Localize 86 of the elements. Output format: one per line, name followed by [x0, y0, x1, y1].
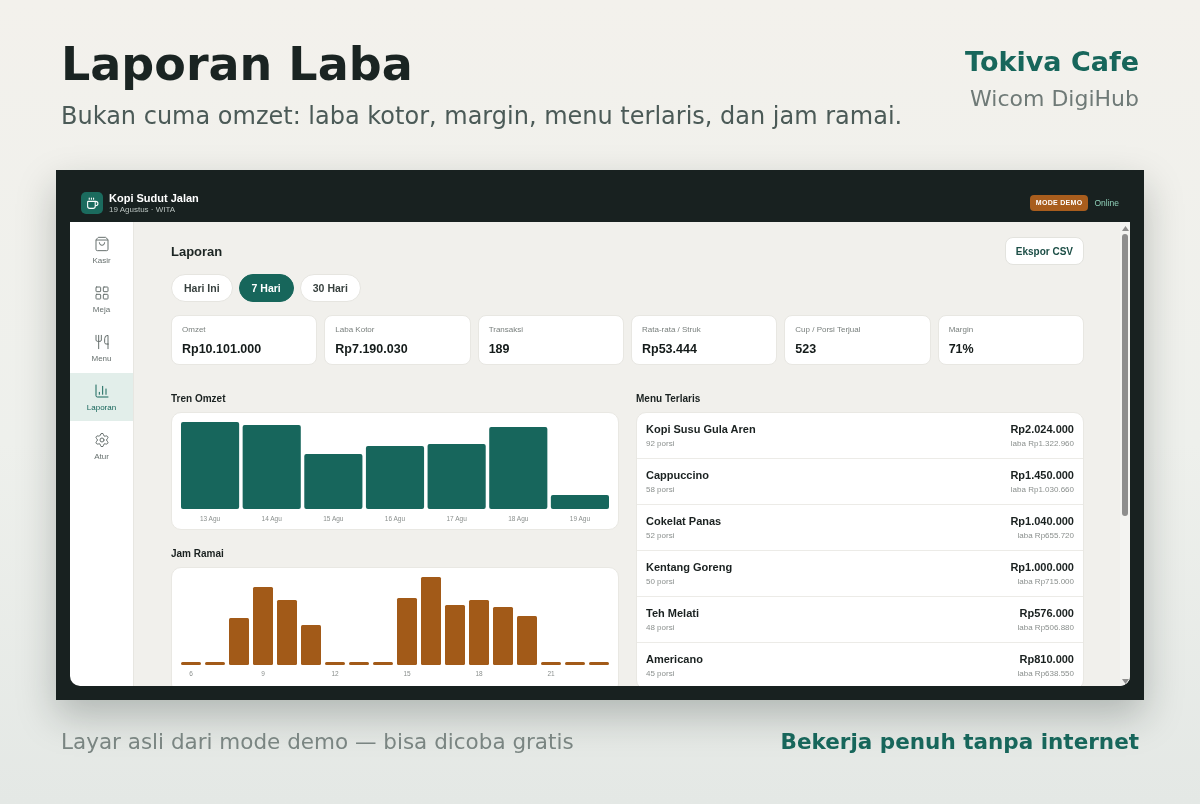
chart-bar [550, 495, 609, 509]
menu-item-name: Kentang Goreng [646, 560, 733, 574]
page-subtitle: Bukan cuma omzet: laba kotor, margin, menu terlaris, dan jam ramai. [61, 102, 903, 131]
chart-bar [445, 605, 465, 665]
scroll-up-icon[interactable] [1121, 226, 1129, 231]
chart-bar [325, 662, 345, 665]
chart-bar [565, 662, 585, 665]
stat-label: Margin [948, 325, 974, 335]
profit-amount: laba Rp1.030.660 [1010, 484, 1074, 495]
grid-icon [93, 284, 110, 301]
footer-note: Layar asli dari mode demo — bisa dicoba gratis [61, 729, 574, 755]
menu-item-name: Cappuccino [646, 468, 709, 482]
portion-count: 92 porsi [646, 438, 675, 449]
stat-value: 189 [488, 342, 510, 357]
bar-chart-icon [93, 382, 110, 399]
chart-bar [277, 600, 297, 665]
menu-item-name: Cokelat Panas [646, 514, 722, 528]
menu-item-name: Teh Melati [646, 606, 699, 620]
sidebar-item[interactable]: Atur [70, 422, 133, 470]
revenue-amount: Rp810.000 [1019, 652, 1074, 666]
menu-item-name: Kopi Susu Gula Aren [646, 422, 756, 436]
chart-title: Tren Omzet [171, 392, 227, 406]
stat-label: Laba Kotor [335, 325, 375, 335]
profit-amount: laba Rp506.880 [1017, 622, 1074, 633]
stat-label: Omzet [182, 325, 206, 335]
portion-count: 58 porsi [646, 484, 675, 495]
connection-status: Online [1094, 198, 1119, 208]
scroll-down-icon[interactable] [1121, 679, 1129, 684]
chart-bar [373, 662, 393, 665]
list-title: Menu Terlaris [636, 392, 702, 406]
bag-icon [93, 235, 110, 252]
chart-bar [229, 618, 249, 665]
portion-count: 52 porsi [646, 530, 675, 541]
chart-bar [517, 616, 537, 665]
sidebar-item[interactable]: Menu [70, 324, 133, 372]
chart-title: Jam Ramai [171, 547, 225, 561]
chart-bar [205, 662, 225, 665]
stat-value: Rp7.190.030 [335, 342, 408, 357]
portion-count: 48 porsi [646, 622, 675, 633]
stat-value: 71% [948, 342, 974, 357]
menu-item-name: Americano [646, 652, 703, 666]
period-tab[interactable]: 7 Hari [238, 274, 294, 302]
portion-count: 50 porsi [646, 576, 675, 587]
settings-icon [93, 431, 110, 448]
chart-bar [469, 600, 489, 665]
chart-bar [427, 444, 486, 509]
chart-bar [181, 662, 201, 665]
stat-value: Rp10.101.000 [182, 342, 262, 357]
period-tab[interactable]: Hari Ini [171, 274, 233, 302]
portion-count: 45 porsi [646, 668, 675, 679]
chart-bar [349, 662, 369, 665]
footer-tagline: Bekerja penuh tanpa internet [780, 729, 1139, 755]
profit-amount: laba Rp715.000 [1017, 576, 1074, 587]
chart-bar [397, 598, 417, 665]
stat-label: Transaksi [488, 325, 524, 335]
sidebar-item[interactable]: Laporan [70, 373, 133, 421]
store-info: 19 Agustus · WITA [109, 204, 177, 215]
export-button[interactable]: Ekspor CSV [1004, 237, 1084, 265]
store-name: Kopi Sudut Jalan [109, 191, 199, 205]
chart-bar [304, 454, 363, 509]
chart-bar [301, 625, 321, 665]
chart-bar [541, 662, 561, 665]
revenue-amount: Rp576.000 [1019, 606, 1074, 620]
chart-bar [589, 662, 609, 665]
section-title: Laporan [171, 243, 223, 259]
chart-bar [493, 607, 513, 665]
profit-amount: laba Rp1.322.960 [1010, 438, 1074, 449]
scrollbar-thumb[interactable] [1122, 234, 1128, 516]
profit-amount: laba Rp655.720 [1017, 530, 1074, 541]
chart-bar [365, 446, 425, 509]
brand-name: Tokiva Cafe [965, 46, 1139, 79]
stat-value: Rp53.444 [642, 342, 697, 357]
sidebar-item[interactable]: Kasir [70, 226, 133, 274]
revenue-amount: Rp2.024.000 [1010, 422, 1074, 436]
sidebar-item[interactable]: Meja [70, 275, 133, 323]
stat-label: Rata-rata / Struk [642, 325, 701, 335]
revenue-amount: Rp1.040.000 [1010, 514, 1074, 528]
utensils-icon [93, 333, 110, 350]
profit-amount: laba Rp638.550 [1017, 668, 1074, 679]
revenue-amount: Rp1.450.000 [1010, 468, 1074, 482]
period-tab[interactable]: 30 Hari [299, 274, 361, 302]
stat-value: 523 [795, 342, 817, 357]
company-name: Wicom DigiHub [969, 86, 1139, 113]
coffee-cup-icon [81, 192, 103, 214]
stat-label: Cup / Porsi Terjual [795, 325, 861, 335]
revenue-amount: Rp1.000.000 [1010, 560, 1074, 574]
